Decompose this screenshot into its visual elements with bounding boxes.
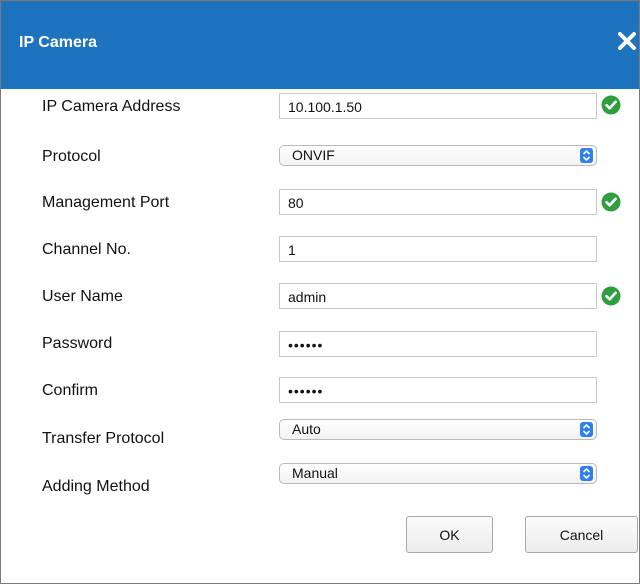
adding-method-select[interactable]: Manual: [279, 463, 597, 484]
channel-no-label: Channel No.: [42, 241, 131, 258]
confirm-password-input[interactable]: [279, 377, 597, 403]
check-icon: [601, 192, 621, 212]
transfer-protocol-selected-value: Auto: [292, 421, 321, 437]
chevron-updown-icon: [580, 422, 593, 437]
protocol-select[interactable]: ONVIF: [279, 145, 597, 166]
adding-method-label: Adding Method: [42, 478, 150, 495]
ip-camera-dialog: IP Camera IP Camera Address Protocol ONV…: [0, 0, 640, 584]
channel-no-input[interactable]: [279, 236, 597, 262]
dialog-title: IP Camera: [19, 34, 97, 51]
cancel-button[interactable]: Cancel: [525, 516, 638, 553]
confirm-label: Confirm: [42, 382, 99, 399]
password-input[interactable]: [279, 331, 597, 357]
transfer-protocol-select[interactable]: Auto: [279, 419, 597, 440]
ip-address-label: IP Camera Address: [42, 98, 181, 115]
management-port-label: Management Port: [42, 194, 170, 211]
management-port-input[interactable]: [279, 189, 597, 215]
check-icon: [601, 286, 621, 306]
password-label: Password: [42, 335, 113, 352]
ip-address-input[interactable]: [279, 93, 597, 119]
user-name-input[interactable]: [279, 283, 597, 309]
chevron-updown-icon: [580, 466, 593, 481]
user-name-label: User Name: [42, 288, 123, 305]
dialog-title-bar: IP Camera: [1, 1, 639, 89]
protocol-label: Protocol: [42, 148, 101, 165]
protocol-selected-value: ONVIF: [292, 147, 335, 163]
chevron-updown-icon: [580, 148, 593, 163]
adding-method-selected-value: Manual: [292, 465, 338, 481]
transfer-protocol-label: Transfer Protocol: [42, 430, 165, 447]
close-icon[interactable]: [616, 30, 638, 52]
ok-button[interactable]: OK: [406, 516, 493, 553]
check-icon: [601, 95, 621, 115]
